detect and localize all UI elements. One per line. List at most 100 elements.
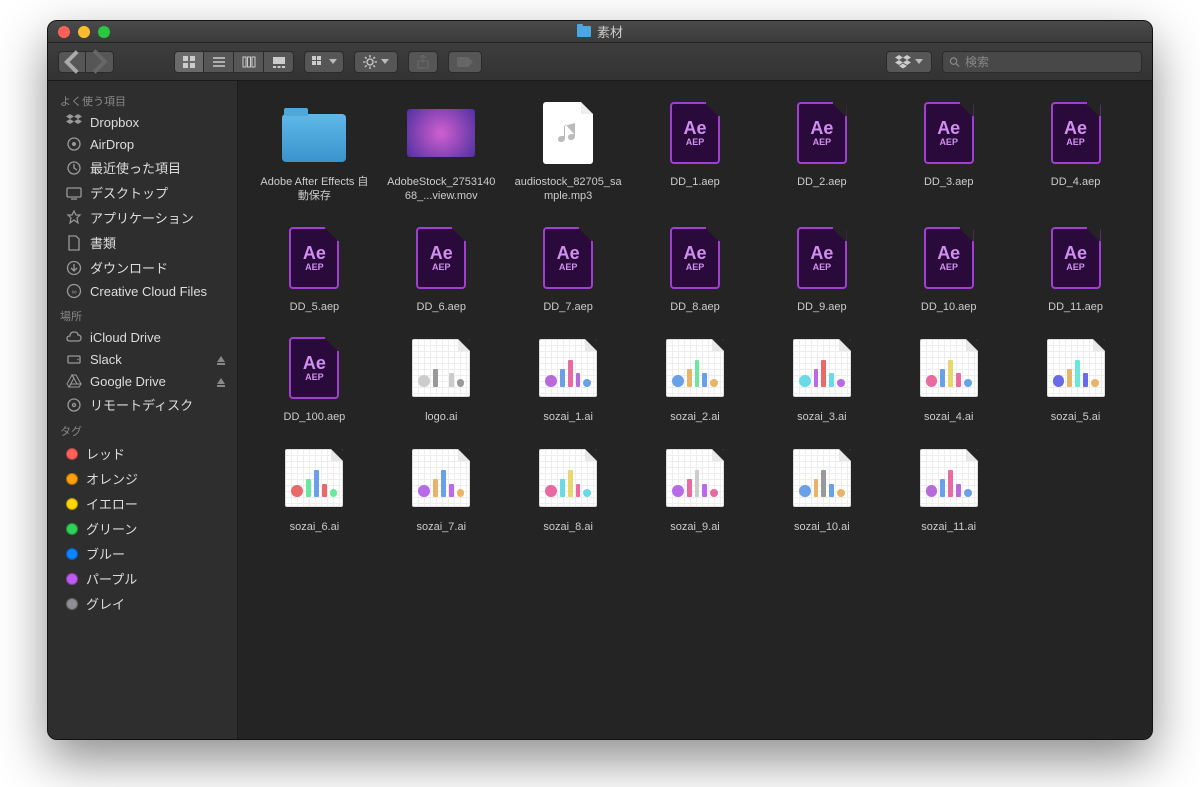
file-item[interactable]: AeAEPDD_3.aep (892, 97, 1005, 204)
file-name: DD_11.aep (1048, 300, 1103, 314)
group-by-button[interactable] (304, 51, 344, 73)
file-item[interactable]: AeAEPDD_4.aep (1019, 97, 1132, 204)
zoom-button[interactable] (98, 26, 110, 38)
aep-icon: AeAEP (924, 102, 974, 164)
file-item[interactable]: AeAEP DD_10.aep (892, 222, 1005, 314)
sidebar-tag[interactable]: パープル (48, 566, 237, 591)
aep-icon: AeAEP (924, 227, 974, 289)
file-item[interactable]: sozai_8.ai (512, 442, 625, 534)
titlebar[interactable]: 素材 (48, 21, 1152, 43)
file-browser[interactable]: Adobe After Effects 自動保存AdobeStock_27531… (238, 81, 1152, 739)
file-item[interactable]: AeAEPDD_6.aep (385, 222, 498, 314)
file-item[interactable]: sozai_6.ai (258, 442, 371, 534)
aep-icon: AeAEP (670, 227, 720, 289)
file-name: DD_10.aep (921, 300, 977, 314)
file-name: DD_7.aep (543, 300, 593, 314)
file-item[interactable]: Adobe After Effects 自動保存 (258, 97, 371, 204)
file-item[interactable]: sozai_3.ai (765, 332, 878, 424)
sidebar-item-disk[interactable]: Slack (48, 348, 237, 370)
airdrop-icon (66, 136, 82, 152)
sidebar-item-docs[interactable]: 書類 (48, 230, 237, 255)
ai-icon (920, 339, 978, 397)
file-item[interactable]: AeAEPDD_8.aep (639, 222, 752, 314)
tag-dot-icon (66, 548, 78, 560)
file-item[interactable]: sozai_5.ai (1019, 332, 1132, 424)
downloads-icon (66, 260, 82, 276)
sidebar-item-gdrive[interactable]: Google Drive (48, 370, 237, 392)
sidebar-item-label: Google Drive (90, 374, 166, 389)
search-input[interactable] (965, 55, 1135, 69)
file-item[interactable]: AeAEPDD_1.aep (639, 97, 752, 204)
search-icon (949, 56, 960, 68)
file-name: sozai_10.ai (794, 520, 850, 534)
desktop-icon (66, 185, 82, 201)
minimize-button[interactable] (78, 26, 90, 38)
close-button[interactable] (58, 26, 70, 38)
eject-icon[interactable] (217, 356, 225, 362)
file-item[interactable]: sozai_1.ai (512, 332, 625, 424)
tag-dot-icon (66, 573, 78, 585)
sidebar-tag[interactable]: オレンジ (48, 466, 237, 491)
sidebar-item-disc[interactable]: リモートディスク (48, 392, 237, 417)
back-button[interactable] (58, 51, 86, 73)
column-view-button[interactable] (234, 51, 264, 73)
sidebar-item-label: iCloud Drive (90, 330, 161, 345)
sidebar-item-downloads[interactable]: ダウンロード (48, 255, 237, 280)
tag-dot-icon (66, 498, 78, 510)
dropbox-icon (66, 114, 82, 130)
dropbox-button[interactable] (886, 51, 932, 73)
file-item[interactable]: AeAEPDD_11.aep (1019, 222, 1132, 314)
sidebar-item-desktop[interactable]: デスクトップ (48, 180, 237, 205)
file-name: logo.ai (425, 410, 457, 424)
ai-icon (412, 449, 470, 507)
sidebar-tag[interactable]: レッド (48, 441, 237, 466)
file-name: sozai_9.ai (670, 520, 720, 534)
tag-dot-icon (66, 473, 78, 485)
forward-button[interactable] (86, 51, 114, 73)
sidebar-item-dropbox[interactable]: Dropbox (48, 111, 237, 133)
sidebar-tag[interactable]: グリーン (48, 516, 237, 541)
file-item[interactable]: AeAEPDD_5.aep (258, 222, 371, 314)
file-item[interactable]: audiostock_82705_sample.mp3 (512, 97, 625, 204)
file-name: DD_6.aep (417, 300, 467, 314)
file-item[interactable]: AdobeStock_275314068_...view.mov (385, 97, 498, 204)
file-item[interactable]: sozai_4.ai (892, 332, 1005, 424)
file-item[interactable]: AeAEPDD_7.aep (512, 222, 625, 314)
audio-icon (543, 102, 593, 164)
sidebar-item-label: グレイ (86, 594, 125, 613)
sidebar-item-icloud[interactable]: iCloud Drive (48, 326, 237, 348)
gallery-view-button[interactable] (264, 51, 294, 73)
tags-button[interactable] (448, 51, 482, 73)
file-item[interactable]: logo.ai (385, 332, 498, 424)
sidebar-item-airdrop[interactable]: AirDrop (48, 133, 237, 155)
sidebar-item-apps[interactable]: アプリケーション (48, 205, 237, 230)
sidebar-tag[interactable]: ブルー (48, 541, 237, 566)
file-item[interactable]: AeAEPDD_9.aep (765, 222, 878, 314)
sidebar-item-label: リモートディスク (90, 395, 193, 414)
file-item[interactable]: sozai_2.ai (639, 332, 752, 424)
sidebar-item-cc[interactable]: ∞Creative Cloud Files (48, 280, 237, 302)
file-item[interactable]: sozai_10.ai (765, 442, 878, 534)
file-item[interactable]: sozai_11.ai (892, 442, 1005, 534)
ai-icon (1047, 339, 1105, 397)
file-item[interactable]: sozai_9.ai (639, 442, 752, 534)
view-mode-segment (174, 51, 294, 73)
window-controls (58, 26, 110, 38)
folder-icon (577, 26, 591, 37)
sidebar-tag[interactable]: グレイ (48, 591, 237, 616)
eject-icon[interactable] (217, 378, 225, 384)
file-name: sozai_5.ai (1051, 410, 1101, 424)
sidebar-item-recent[interactable]: 最近使った項目 (48, 155, 237, 180)
ai-icon (666, 339, 724, 397)
action-button[interactable] (354, 51, 398, 73)
sidebar-tag[interactable]: イエロー (48, 491, 237, 516)
file-item[interactable]: AeAEPDD_100.aep (258, 332, 371, 424)
file-item[interactable]: AeAEPDD_2.aep (765, 97, 878, 204)
share-button[interactable] (408, 51, 438, 73)
icon-view-button[interactable] (174, 51, 204, 73)
search-field[interactable] (942, 51, 1142, 73)
file-item[interactable]: sozai_7.ai (385, 442, 498, 534)
ai-icon (539, 449, 597, 507)
sidebar-item-label: イエロー (86, 494, 138, 513)
list-view-button[interactable] (204, 51, 234, 73)
